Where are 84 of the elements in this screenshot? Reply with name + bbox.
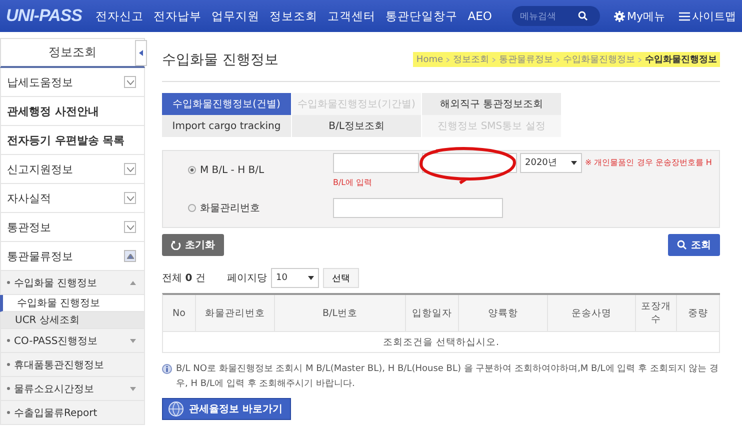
apply-button[interactable]: 선택 <box>323 268 359 288</box>
expand-icon[interactable] <box>124 192 136 204</box>
column-header: B/L번호 <box>275 295 406 332</box>
dropdown-arrow-icon[interactable] <box>571 160 577 164</box>
menu-item[interactable]: 정보조회 <box>270 8 318 24</box>
chevron-icon <box>446 54 450 64</box>
sidebar-item[interactable]: 자사실적 <box>0 184 145 213</box>
chevron-icon <box>638 54 642 64</box>
sidebar-item[interactable]: 휴대품통관진행정보 <box>0 353 145 377</box>
chevron-icon <box>492 54 496 64</box>
info-icon <box>162 364 172 374</box>
column-header: 중량 <box>677 295 720 332</box>
page-title: 수입화물 진행정보 <box>162 50 278 68</box>
column-header: 운송사명 <box>548 295 636 332</box>
expand-icon[interactable] <box>124 163 136 175</box>
caret-up-icon[interactable] <box>130 280 136 284</box>
search-bar[interactable]: 메뉴검색 <box>512 6 600 26</box>
menu-search-field[interactable]: 메뉴검색 <box>518 10 578 22</box>
menu-item[interactable]: 전자납부 <box>154 8 202 24</box>
empty-message: 조회조건을 선택하십시오. <box>163 332 720 353</box>
expand-icon[interactable] <box>124 221 136 233</box>
notice-text: ※ 개인물품인 경우 운송장번호를 H <box>585 157 712 168</box>
search-button[interactable]: 조회 <box>668 234 720 256</box>
globe-icon <box>167 401 185 417</box>
year-select[interactable]: 2020년 <box>520 152 582 172</box>
search-icon <box>677 240 687 250</box>
refresh-icon <box>171 240 181 250</box>
my-menu-link[interactable]: My메뉴 <box>614 8 665 24</box>
column-header: No <box>163 295 196 332</box>
bullet-icon <box>7 281 10 284</box>
sidebar-item[interactable]: 수입화물 진행정보 <box>0 295 145 312</box>
master-bl-input[interactable] <box>333 152 419 172</box>
menu-item[interactable]: 고객센터 <box>328 8 376 24</box>
sidebar-item[interactable]: 관세행정 사전안내 <box>0 97 145 126</box>
tab[interactable]: 해외직구 통관정보조회 <box>422 93 562 115</box>
radio-option[interactable]: M B/L - H B/L <box>163 151 333 189</box>
sidebar-item[interactable]: 통관물류정보 <box>0 242 145 271</box>
info-text: B/L NO로 화물진행정보 조회시 M B/L(Master BL), H B/L(House BL) 을 구분하여 조회하여야하며,M B/L에 입력 후 조회되지 않는 경우, H B/L에 입력 후 조회해주시기 바랍니다. <box>176 363 720 391</box>
bullet-icon <box>7 411 10 414</box>
sidebar-item[interactable]: 신고지원정보 <box>0 155 145 184</box>
logo[interactable]: UNI-PASS <box>6 6 96 26</box>
bullet-icon <box>7 363 10 366</box>
bullet-icon <box>7 387 10 390</box>
menu-item[interactable]: 통관단일창구 <box>386 8 458 24</box>
chevron-icon <box>556 54 560 64</box>
menu-item[interactable]: 전자신고 <box>96 8 144 24</box>
sidebar-collapse-handle[interactable] <box>135 40 147 66</box>
dropdown-arrow-icon[interactable] <box>308 276 314 280</box>
column-header: 포장개수 <box>636 295 677 332</box>
menu-item[interactable]: 업무지원 <box>212 8 260 24</box>
sidebar-item[interactable]: 수입화물 진행정보 <box>0 271 145 295</box>
hint-text: B/L에 입력 <box>333 176 374 188</box>
caret-down-icon[interactable] <box>130 338 136 342</box>
radio-option[interactable]: 화물관리번호 <box>163 189 333 227</box>
sidebar-item[interactable]: 납세도움정보 <box>0 68 145 97</box>
expand-icon[interactable] <box>124 76 136 88</box>
tariff-info-link-button[interactable]: 관세율정보 바로가기 <box>162 398 292 420</box>
search-icon[interactable] <box>578 11 588 21</box>
sidebar-item[interactable]: 물류소요시간정보 <box>0 377 145 401</box>
gear-icon <box>614 10 625 22</box>
sidebar-item[interactable]: 수출입물류Report <box>0 401 145 425</box>
bullet-icon <box>7 339 10 342</box>
reset-button[interactable]: 초기화 <box>162 234 224 256</box>
column-header: 입항일자 <box>406 295 459 332</box>
menu-item[interactable]: AEO <box>468 9 492 23</box>
column-header: 양륙항 <box>459 295 548 332</box>
tab[interactable]: B/L정보조회 <box>292 115 422 137</box>
page-size-select[interactable]: 10 <box>271 268 319 288</box>
house-bl-input[interactable] <box>422 152 517 172</box>
cargo-number-input[interactable] <box>333 198 503 218</box>
sitemap-link[interactable]: 사이트맵 <box>679 8 736 24</box>
tab[interactable]: Import cargo tracking <box>162 115 292 137</box>
tab[interactable]: 수입화물진행정보(건별) <box>162 93 292 115</box>
menu-icon <box>679 12 690 20</box>
total-count: 전체 0 건 <box>162 272 206 285</box>
sidebar-item[interactable]: 전자등기 우편발송 목록 <box>0 126 145 155</box>
caret-down-icon[interactable] <box>130 386 136 390</box>
column-header: 화물관리번호 <box>196 295 275 332</box>
sidebar-item[interactable]: CO-PASS진행정보 <box>0 329 145 353</box>
per-page-label: 페이지당 <box>227 272 267 285</box>
breadcrumb-link[interactable]: 수입화물진행정보 <box>645 53 717 66</box>
sidebar-item[interactable]: UCR 상세조회 <box>0 312 145 329</box>
collapse-icon[interactable] <box>124 250 136 262</box>
sidebar-item[interactable]: 통관정보 <box>0 213 145 242</box>
